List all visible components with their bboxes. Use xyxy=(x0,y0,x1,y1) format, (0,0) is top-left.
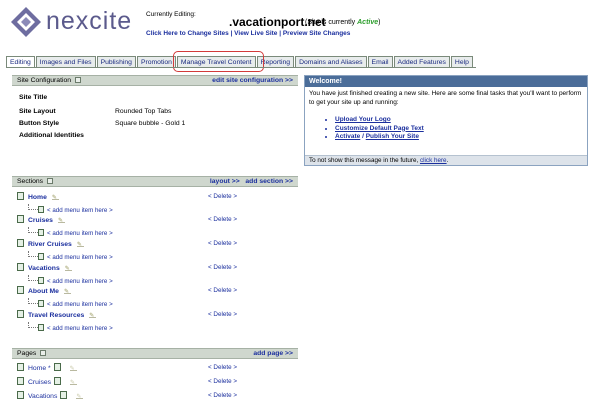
publish-site-link[interactable]: Publish Your Site xyxy=(366,133,419,140)
logo-text: nexcite xyxy=(46,7,133,35)
edit-pen-icon[interactable]: ✎ xyxy=(70,379,78,386)
welcome-title: Welcome! xyxy=(305,76,587,87)
section-item-travel-resources[interactable]: Travel Resources ✎ xyxy=(17,310,97,319)
site-layout-value: Rounded Top Tabs xyxy=(115,108,172,115)
page-icon xyxy=(38,206,44,213)
section-item-cruises[interactable]: Cruises ✎ xyxy=(17,215,65,224)
edit-pen-icon[interactable]: ✎ xyxy=(63,288,71,295)
add-page-link[interactable]: add page >> xyxy=(253,349,293,358)
welcome-box: Welcome! You have just finished creating… xyxy=(304,75,588,166)
page-icon xyxy=(17,363,24,371)
add-menu-item-row[interactable]: < add menu item here > xyxy=(28,227,113,237)
delete-page-button[interactable]: < Delete > xyxy=(208,392,237,399)
activate-publish-item: Activate / Publish Your Site xyxy=(335,133,587,142)
page-icon xyxy=(38,324,44,331)
currently-editing-label: Currently Editing: xyxy=(146,11,196,18)
page-icon xyxy=(38,229,44,236)
edit-pen-icon[interactable]: ✎ xyxy=(69,365,77,372)
sections-header: Sections layout >> add section >> xyxy=(12,176,298,187)
site-links: Click Here to Change Sites | View Live S… xyxy=(146,30,351,37)
page-icon xyxy=(17,215,24,223)
welcome-task-list: Upload Your Logo Customize Default Page … xyxy=(335,116,587,142)
page-icon xyxy=(38,300,44,307)
page-icon xyxy=(17,286,24,294)
page-icon xyxy=(38,277,44,284)
section-item-about-me[interactable]: About Me ✎ xyxy=(17,286,71,295)
header: nexcite Currently Editing: .vacationport… xyxy=(0,0,600,54)
additional-identities-label: Additional Identities xyxy=(19,132,84,139)
page-icon xyxy=(17,239,24,247)
delete-section-button[interactable]: < Delete > xyxy=(208,193,237,200)
page-icon xyxy=(17,192,24,200)
view-live-site-link[interactable]: View Live Site xyxy=(234,30,277,37)
upload-logo-link[interactable]: Upload Your Logo xyxy=(335,116,587,125)
add-menu-item-row[interactable]: < add menu item here > xyxy=(28,275,113,285)
add-menu-item-row[interactable]: < add menu item here > xyxy=(28,298,113,308)
section-item-home[interactable]: Home ✎ xyxy=(17,192,59,201)
pages-header: Pages add page >> xyxy=(12,348,298,359)
delete-section-button[interactable]: < Delete > xyxy=(208,216,237,223)
edit-pen-icon[interactable]: ✎ xyxy=(76,241,84,248)
status-badge: Active xyxy=(357,19,379,26)
tab-divider xyxy=(6,67,476,68)
section-item-vacations[interactable]: Vacations ✎ xyxy=(17,263,72,272)
button-style-value: Square bubble - Gold 1 xyxy=(115,120,186,127)
site-configuration-header: Site Configuration edit site configurati… xyxy=(12,75,298,86)
page-icon xyxy=(17,377,24,385)
activate-link[interactable]: Activate xyxy=(335,133,360,140)
highlight-ring xyxy=(173,51,264,72)
page-icon xyxy=(17,391,24,399)
delete-section-button[interactable]: < Delete > xyxy=(208,311,237,318)
welcome-footer: To not show this message in the future, … xyxy=(305,155,587,165)
site-status: (Site is currently Active) xyxy=(305,19,381,26)
sections-actions: layout >> add section >> xyxy=(210,177,293,186)
site-layout-label: Site Layout xyxy=(19,108,56,115)
delete-page-button[interactable]: < Delete > xyxy=(208,378,237,385)
sections-title: Sections xyxy=(17,178,44,185)
page-icon xyxy=(17,263,24,271)
page-properties-icon[interactable] xyxy=(53,363,61,371)
edit-pen-icon[interactable]: ✎ xyxy=(64,265,72,272)
preview-changes-link[interactable]: Preview Site Changes xyxy=(283,30,351,37)
button-style-label: Button Style xyxy=(19,120,60,127)
delete-section-button[interactable]: < Delete > xyxy=(208,287,237,294)
add-menu-item-row[interactable]: < add menu item here > xyxy=(28,322,113,332)
site-configuration-title: Site Configuration xyxy=(17,77,72,84)
add-menu-item-row[interactable]: < add menu item here > xyxy=(28,204,113,214)
page-icon xyxy=(17,310,24,318)
delete-page-button[interactable]: < Delete > xyxy=(208,364,237,371)
panel-icon xyxy=(47,178,54,184)
delete-section-button[interactable]: < Delete > xyxy=(208,264,237,271)
nexcite-logo[interactable]: nexcite xyxy=(10,6,150,38)
welcome-intro: You have just finished creating a new si… xyxy=(309,90,582,106)
page-properties-icon[interactable] xyxy=(54,377,62,385)
change-sites-link[interactable]: Click Here to Change Sites xyxy=(146,30,229,37)
edit-pen-icon[interactable]: ✎ xyxy=(51,194,59,201)
section-item-river-cruises[interactable]: River Cruises ✎ xyxy=(17,239,84,248)
logo-diamond-icon xyxy=(11,7,41,37)
delete-section-button[interactable]: < Delete > xyxy=(208,240,237,247)
site-title-label: Site Title xyxy=(19,94,48,101)
page-icon xyxy=(38,253,44,260)
layout-link[interactable]: layout >> xyxy=(210,178,240,185)
edit-pen-icon[interactable]: ✎ xyxy=(76,393,84,400)
page-properties-icon[interactable] xyxy=(60,391,68,399)
page-item-home[interactable]: Home * ✎ xyxy=(17,363,77,372)
page-item-vacations[interactable]: Vacations ✎ xyxy=(17,391,84,400)
pages-title: Pages xyxy=(17,350,37,357)
panel-icon xyxy=(40,350,47,356)
add-menu-item-row[interactable]: < add menu item here > xyxy=(28,251,113,261)
panel-icon xyxy=(75,77,82,83)
dismiss-welcome-link[interactable]: click here xyxy=(420,157,447,164)
page-item-cruises[interactable]: Cruises ✎ xyxy=(17,377,78,386)
edit-site-configuration-link[interactable]: edit site configuration >> xyxy=(212,76,293,85)
add-section-link[interactable]: add section >> xyxy=(245,178,293,185)
edit-pen-icon[interactable]: ✎ xyxy=(57,217,65,224)
customize-text-link[interactable]: Customize Default Page Text xyxy=(335,125,587,134)
edit-pen-icon[interactable]: ✎ xyxy=(89,312,97,319)
